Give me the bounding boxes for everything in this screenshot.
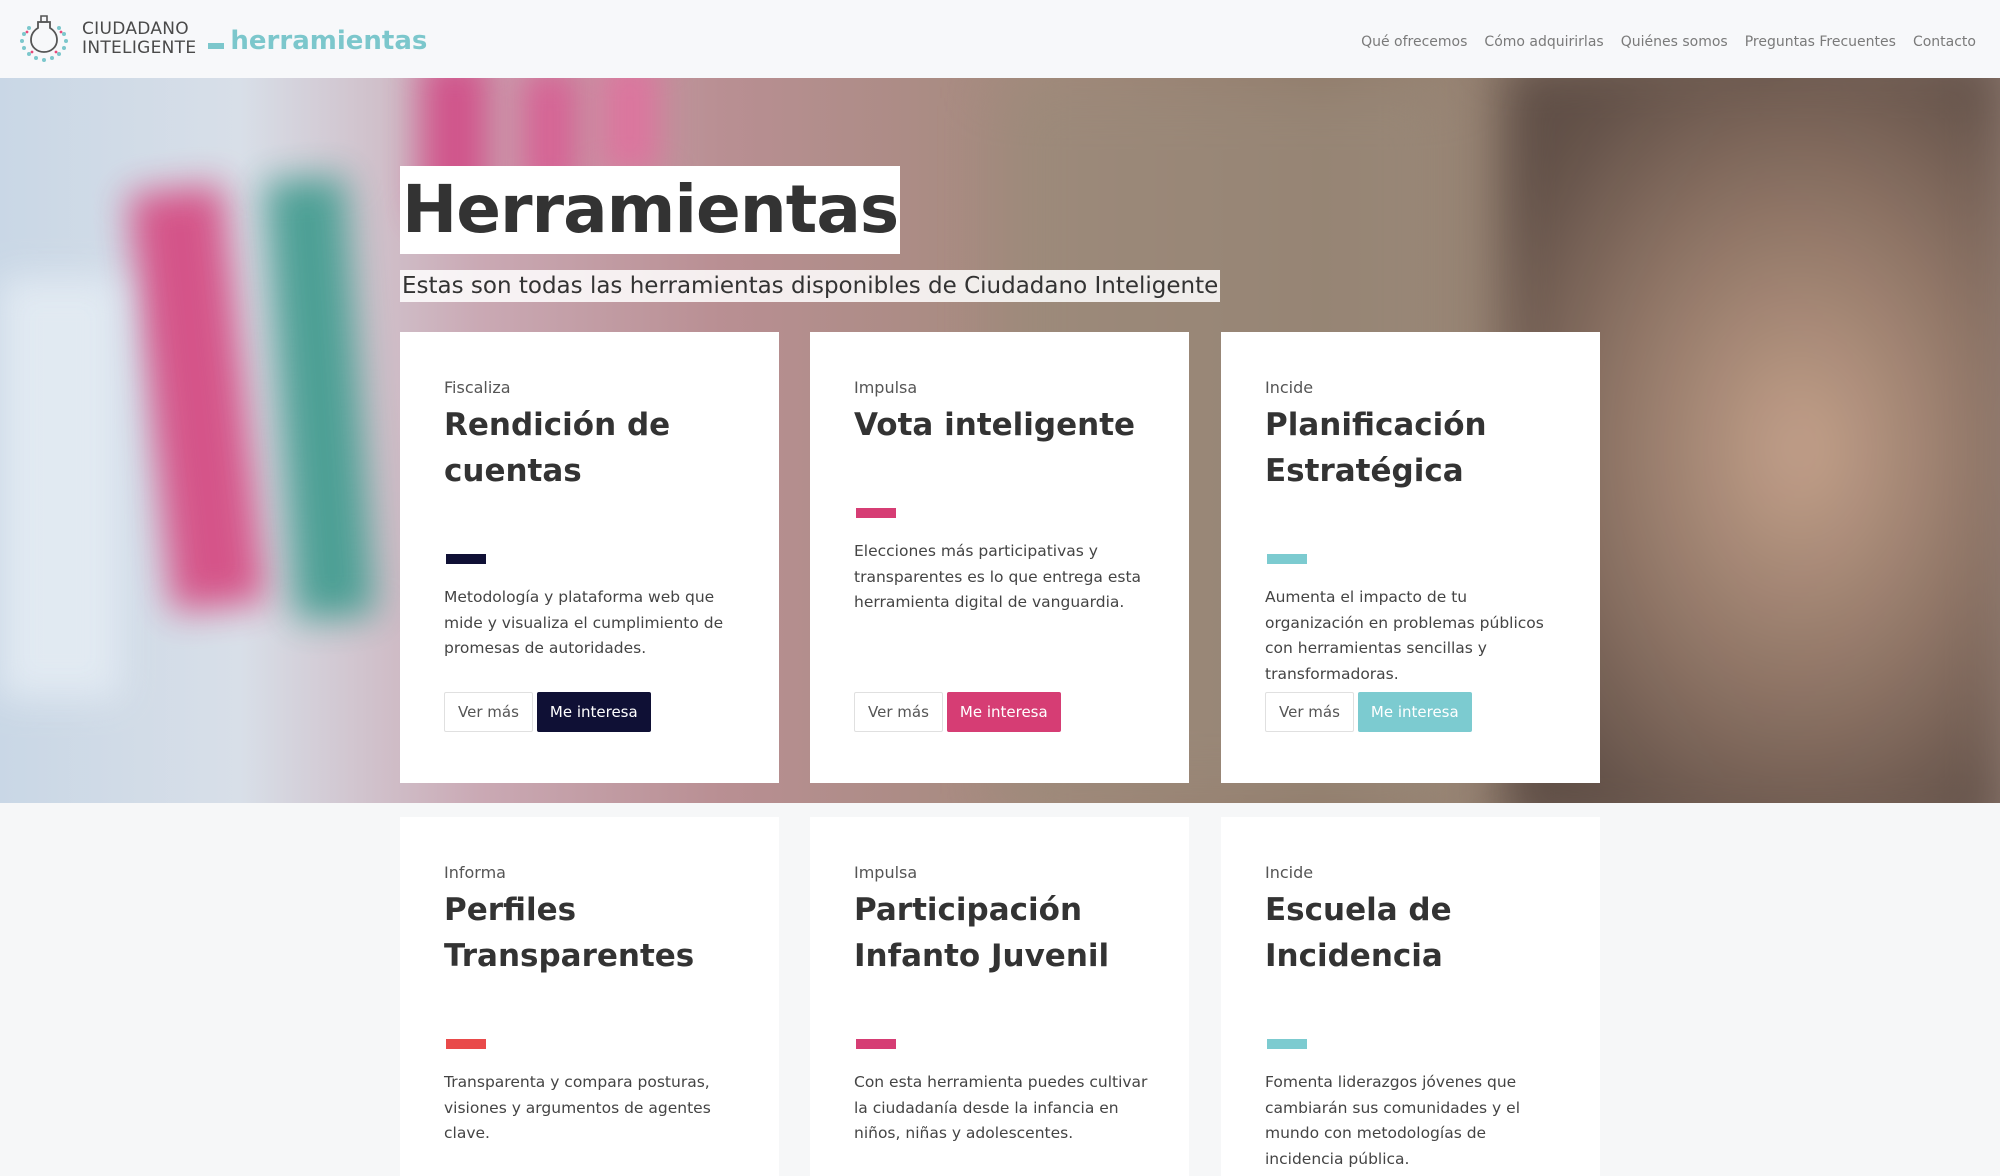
card-accent-bar xyxy=(1267,1039,1307,1049)
top-header: CIUDADANO INTELIGENTE herramientas Qué o… xyxy=(0,0,2000,78)
card-description: Transparenta y compara posturas, visione… xyxy=(444,1073,711,1142)
ver-mas-button[interactable]: Ver más xyxy=(1265,692,1354,732)
card-category: Impulsa xyxy=(854,378,918,397)
card-category: Incide xyxy=(1265,863,1314,882)
card-actions: Ver más Me interesa xyxy=(444,692,651,732)
nav-contacto[interactable]: Contacto xyxy=(1913,34,1976,50)
me-interesa-button[interactable]: Me interesa xyxy=(536,692,651,732)
logo-dash xyxy=(208,43,225,49)
page-title: Herramientas xyxy=(402,171,899,248)
card-title: Escuela de Incidencia xyxy=(1265,892,1452,974)
card-description: Aumenta el impacto de tu organización en… xyxy=(1265,588,1544,683)
card-title: Vota inteligente xyxy=(854,407,1136,443)
card-category: Fiscaliza xyxy=(444,378,511,397)
nav-quienes-somos[interactable]: Quiénes somos xyxy=(1621,34,1728,50)
card-category: Incide xyxy=(1265,378,1314,397)
me-interesa-button[interactable]: Me interesa xyxy=(1357,692,1472,732)
lightbulb-logo-icon xyxy=(16,12,72,66)
card-title: Planificación Estratégica xyxy=(1265,407,1487,489)
card-category: Impulsa xyxy=(854,863,918,882)
ver-mas-button[interactable]: Ver más xyxy=(854,692,943,732)
ver-mas-button[interactable]: Ver más xyxy=(444,692,533,732)
site-logo[interactable]: CIUDADANO INTELIGENTE herramientas xyxy=(16,12,427,66)
page-subtitle: Estas son todas las herramientas disponi… xyxy=(402,273,1219,299)
card-accent-bar xyxy=(856,508,896,518)
tool-card-perfiles-transparentes: Informa Perfiles Transparentes Transpare… xyxy=(400,817,779,1176)
nav-que-ofrecemos[interactable]: Qué ofrecemos xyxy=(1361,34,1467,50)
card-category: Informa xyxy=(444,863,506,882)
card-description: Con esta herramienta puedes cultivar la … xyxy=(854,1073,1148,1142)
card-title: Perfiles Transparentes xyxy=(444,892,695,974)
hero-title-box: Herramientas xyxy=(400,166,901,254)
card-title: Participación Infanto Juvenil xyxy=(854,892,1110,974)
logo-product-name: herramientas xyxy=(230,26,428,56)
logo-org-name: CIUDADANO INTELIGENTE xyxy=(82,20,196,58)
logo-org-line2: INTELIGENTE xyxy=(82,38,197,58)
card-description: Fomenta liderazgos jóvenes que cambiarán… xyxy=(1265,1073,1521,1168)
nav-como-adquirirlas[interactable]: Cómo adquirirlas xyxy=(1484,34,1603,50)
card-description: Elecciones más participativas y transpar… xyxy=(854,542,1142,611)
tool-card-escuela-de-incidencia: Incide Escuela de Incidencia Fomenta lid… xyxy=(1221,817,1600,1176)
me-interesa-button[interactable]: Me interesa xyxy=(946,692,1061,732)
main-nav: Qué ofrecemos Cómo adquirirlas Quiénes s… xyxy=(1344,34,1976,50)
card-accent-bar xyxy=(446,554,486,564)
card-accent-bar xyxy=(856,1039,896,1049)
card-description: Metodología y plataforma web que mide y … xyxy=(444,588,724,657)
hero-subtitle-box: Estas son todas las herramientas disponi… xyxy=(400,270,1221,302)
card-accent-bar xyxy=(1267,554,1307,564)
tool-card-planificacion-estrategica: Incide Planificación Estratégica Aumenta… xyxy=(1221,332,1600,783)
logo-org-line1: CIUDADANO xyxy=(82,19,189,39)
card-accent-bar xyxy=(446,1039,486,1049)
card-actions: Ver más Me interesa xyxy=(854,692,1061,732)
card-actions: Ver más Me interesa xyxy=(1265,692,1472,732)
card-title: Rendición de cuentas xyxy=(444,407,671,489)
tool-card-rendicion-de-cuentas: Fiscaliza Rendición de cuentas Metodolog… xyxy=(400,332,779,783)
nav-preguntas-frecuentes[interactable]: Preguntas Frecuentes xyxy=(1745,34,1896,50)
tool-card-participacion-infanto-juvenil: Impulsa Participación Infanto Juvenil Co… xyxy=(810,817,1189,1176)
tool-card-vota-inteligente: Impulsa Vota inteligente Elecciones más … xyxy=(810,332,1189,783)
